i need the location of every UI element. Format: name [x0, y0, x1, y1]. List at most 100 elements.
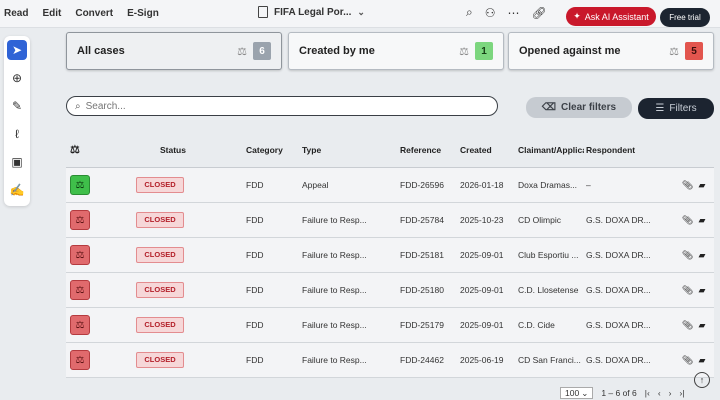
comment-icon[interactable]: ▰: [698, 320, 705, 331]
table-row[interactable]: ⚖ CLOSED FDD Failure to Resp... FDD-2518…: [66, 273, 714, 308]
more-icon[interactable]: ⋯: [508, 6, 520, 20]
menu-esign[interactable]: E-Sign: [127, 8, 159, 19]
cell-created: 2025-09-01: [460, 285, 504, 295]
per-page-value: 100: [565, 388, 580, 398]
comment-icon[interactable]: ▰: [698, 285, 705, 296]
cell-category: FDD: [246, 250, 264, 260]
header-category[interactable]: Category: [246, 145, 302, 155]
attachment-icon[interactable]: 📎︎: [682, 215, 693, 226]
scroll-top-icon[interactable]: ↑: [694, 372, 710, 388]
cell-claimant: C.D. Cide: [518, 320, 555, 330]
comment-icon[interactable]: ▰: [698, 250, 705, 261]
cell-created: 2025-09-01: [460, 320, 504, 330]
clear-filters-button[interactable]: ⌫ Clear filters: [526, 97, 632, 118]
first-page-icon[interactable]: |‹: [645, 388, 650, 398]
card-created-label: Created by me: [299, 45, 375, 57]
comment-icon[interactable]: ▰: [698, 215, 705, 226]
card-opened-against-me[interactable]: Opened against me ⚖ 5: [508, 32, 714, 70]
next-page-icon[interactable]: ›: [669, 388, 672, 398]
pen-icon[interactable]: ✎: [7, 96, 27, 116]
pagination: 100 ⌄ 1 – 6 of 6 |‹ ‹ › ›|: [560, 387, 685, 399]
status-badge: CLOSED: [136, 282, 184, 298]
cell-reference: FDD-25784: [400, 215, 444, 225]
cell-created: 2025-06-19: [460, 355, 504, 365]
per-page-select[interactable]: 100 ⌄: [560, 387, 594, 399]
gavel-icon: ⚖: [70, 210, 90, 230]
comment-icon[interactable]: ▰: [698, 355, 705, 366]
cell-respondent: G.S. DOXA DR...: [586, 320, 651, 330]
cases-table: ⚖ Status Category Type Reference Created…: [66, 132, 714, 378]
table-row[interactable]: ⚖ CLOSED FDD Failure to Resp... FDD-2446…: [66, 343, 714, 378]
header-reference[interactable]: Reference: [400, 145, 460, 155]
menu-convert[interactable]: Convert: [75, 8, 113, 19]
cell-type: Failure to Resp...: [302, 355, 367, 365]
sign-icon[interactable]: ✍: [7, 180, 27, 200]
free-trial-button[interactable]: Free trial: [660, 8, 710, 27]
table-row[interactable]: ⚖ CLOSED FDD Failure to Resp... FDD-2518…: [66, 238, 714, 273]
cell-claimant: CD Olimpic: [518, 215, 561, 225]
search-icon[interactable]: ⌕: [466, 5, 473, 20]
cell-claimant: Club Esportiu ...: [518, 250, 579, 260]
table-header: ⚖ Status Category Type Reference Created…: [66, 132, 714, 168]
document-title[interactable]: FIFA Legal Por... ⌄: [258, 6, 365, 18]
zoom-icon[interactable]: ⊕: [7, 68, 27, 88]
header-created[interactable]: Created: [460, 145, 518, 155]
cell-category: FDD: [246, 285, 264, 295]
cell-respondent: G.S. DOXA DR...: [586, 250, 651, 260]
created-count: 1: [475, 42, 493, 60]
cell-type: Failure to Resp...: [302, 215, 367, 225]
status-badge: CLOSED: [136, 352, 184, 368]
cell-created: 2025-09-01: [460, 250, 504, 260]
cell-type: Failure to Resp...: [302, 250, 367, 260]
menu-read[interactable]: Read: [4, 8, 28, 19]
search-bar: ⌕: [66, 96, 498, 116]
link-icon[interactable]: 🔗︎: [532, 6, 547, 20]
table-row[interactable]: ⚖ CLOSED FDD Failure to Resp... FDD-2517…: [66, 308, 714, 343]
cell-reference: FDD-26596: [400, 180, 444, 190]
cell-respondent: G.S. DOXA DR...: [586, 285, 651, 295]
attachment-icon[interactable]: 📎︎: [682, 250, 693, 261]
attachment-icon[interactable]: 📎︎: [682, 320, 693, 331]
cell-type: Failure to Resp...: [302, 285, 367, 295]
gavel-icon: ⚖: [70, 315, 90, 335]
draw-loop-icon[interactable]: ℓ: [7, 124, 27, 144]
select-cursor-icon[interactable]: ➤: [7, 40, 27, 60]
attachment-icon[interactable]: 📎︎: [682, 180, 693, 191]
gavel-icon: ⚖: [70, 350, 90, 370]
table-row[interactable]: ⚖ CLOSED FDD Failure to Resp... FDD-2578…: [66, 203, 714, 238]
cell-claimant: CD San Franci...: [518, 355, 581, 365]
status-badge: CLOSED: [136, 247, 184, 263]
table-row[interactable]: ⚖ CLOSED FDD Appeal FDD-26596 2026-01-18…: [66, 168, 714, 203]
cell-claimant: Doxa Dramas...: [518, 180, 578, 190]
cell-reference: FDD-24462: [400, 355, 444, 365]
text-box-icon[interactable]: ▣: [7, 152, 27, 172]
filter-icon: ☰: [655, 103, 665, 114]
binoculars-icon[interactable]: ⚇: [485, 6, 496, 20]
header-respondent[interactable]: Respondent: [584, 145, 682, 155]
file-icon: [258, 6, 268, 18]
cell-respondent: G.S. DOXA DR...: [586, 355, 651, 365]
gavel-icon: ⚖: [70, 175, 90, 195]
tool-rail: ➤ ⊕ ✎ ℓ ▣ ✍: [4, 36, 30, 206]
prev-page-icon[interactable]: ‹: [658, 388, 661, 398]
card-created-by-me[interactable]: Created by me ⚖ 1: [288, 32, 504, 70]
clear-filter-icon: ⌫: [541, 102, 557, 113]
header-claimant[interactable]: Claimant/Applica: [518, 145, 584, 155]
cell-category: FDD: [246, 180, 264, 190]
attachment-icon[interactable]: 📎︎: [682, 285, 693, 296]
filters-button[interactable]: ☰ Filters: [638, 98, 714, 119]
cell-category: FDD: [246, 215, 264, 225]
card-all-cases[interactable]: All cases ⚖ 6: [66, 32, 282, 70]
header-status[interactable]: Status: [136, 145, 246, 155]
menu-edit[interactable]: Edit: [42, 8, 61, 19]
last-page-icon[interactable]: ›|: [680, 388, 685, 398]
comment-icon[interactable]: ▰: [698, 180, 705, 191]
header-type[interactable]: Type: [302, 145, 400, 155]
attachment-icon[interactable]: 📎︎: [682, 355, 693, 366]
cell-category: FDD: [246, 355, 264, 365]
gavel-icon: ⚖: [70, 280, 90, 300]
gavel-icon: ⚖: [459, 45, 469, 58]
status-badge: CLOSED: [136, 212, 184, 228]
ask-ai-assistant-button[interactable]: ✦ Ask AI Assistant: [566, 7, 656, 26]
search-input[interactable]: [85, 100, 497, 112]
